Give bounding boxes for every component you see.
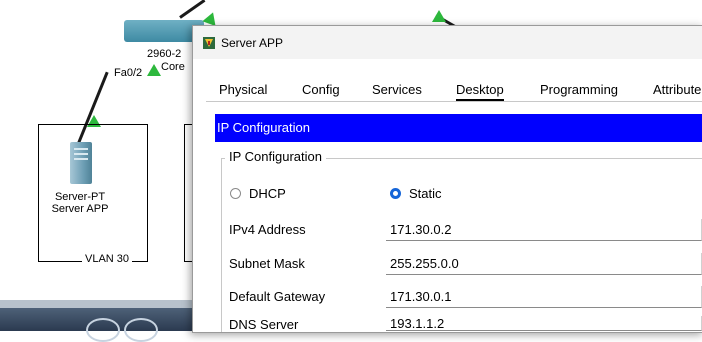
server-icon[interactable] — [70, 142, 92, 184]
tab-programming[interactable]: Programming — [540, 82, 618, 97]
default-gateway-label: Default Gateway — [229, 289, 326, 304]
panel-header-title: IP Configuration — [217, 120, 310, 135]
port-status-icon — [147, 64, 161, 76]
dns-server-label: DNS Server — [229, 317, 299, 332]
dns-server-input[interactable] — [386, 316, 702, 331]
ip-config-panel-header: IP Configuration — [215, 114, 702, 142]
port-status-icon — [432, 10, 446, 22]
subnet-mask-label: Subnet Mask — [229, 256, 305, 271]
window-title: Server APP — [221, 36, 284, 50]
tab-desktop[interactable]: Desktop — [456, 82, 504, 102]
default-gateway-input[interactable] — [386, 286, 702, 308]
port-status-icon — [202, 9, 220, 27]
vlan-label: VLAN 30 — [82, 253, 133, 265]
switch-role-label: Core — [161, 61, 185, 73]
tab-services[interactable]: Services — [372, 82, 422, 97]
tab-physical[interactable]: Physical — [219, 82, 267, 97]
static-radio[interactable] — [390, 188, 401, 199]
workspace-toolbar — [0, 300, 195, 342]
packet-tracer-app-icon — [203, 37, 215, 49]
dhcp-option[interactable]: DHCP — [230, 186, 286, 201]
dhcp-label: DHCP — [249, 186, 286, 201]
port-label: Fa0/2 — [113, 67, 144, 79]
window-titlebar[interactable]: Server APP — [193, 26, 702, 59]
tab-divider — [206, 101, 702, 102]
tab-config[interactable]: Config — [302, 82, 340, 97]
ipv4-address-label: IPv4 Address — [229, 222, 306, 237]
server-name-label: Server APP — [51, 203, 109, 215]
server-type-label: Server-PT — [54, 191, 106, 203]
ipv4-address-input[interactable] — [386, 219, 702, 241]
switch-model-label: 2960-2 — [147, 48, 182, 60]
dhcp-radio[interactable] — [230, 188, 241, 199]
ip-config-group-title: IP Configuration — [225, 149, 326, 164]
static-option[interactable]: Static — [390, 186, 442, 201]
static-label: Static — [409, 186, 442, 201]
subnet-mask-input[interactable] — [386, 253, 702, 275]
ring-icon[interactable] — [86, 318, 120, 342]
switch-uplink[interactable] — [179, 0, 206, 19]
ring-icon[interactable] — [124, 318, 158, 342]
toolbar-band — [0, 300, 195, 308]
tab-attributes[interactable]: Attribute — [653, 82, 701, 97]
